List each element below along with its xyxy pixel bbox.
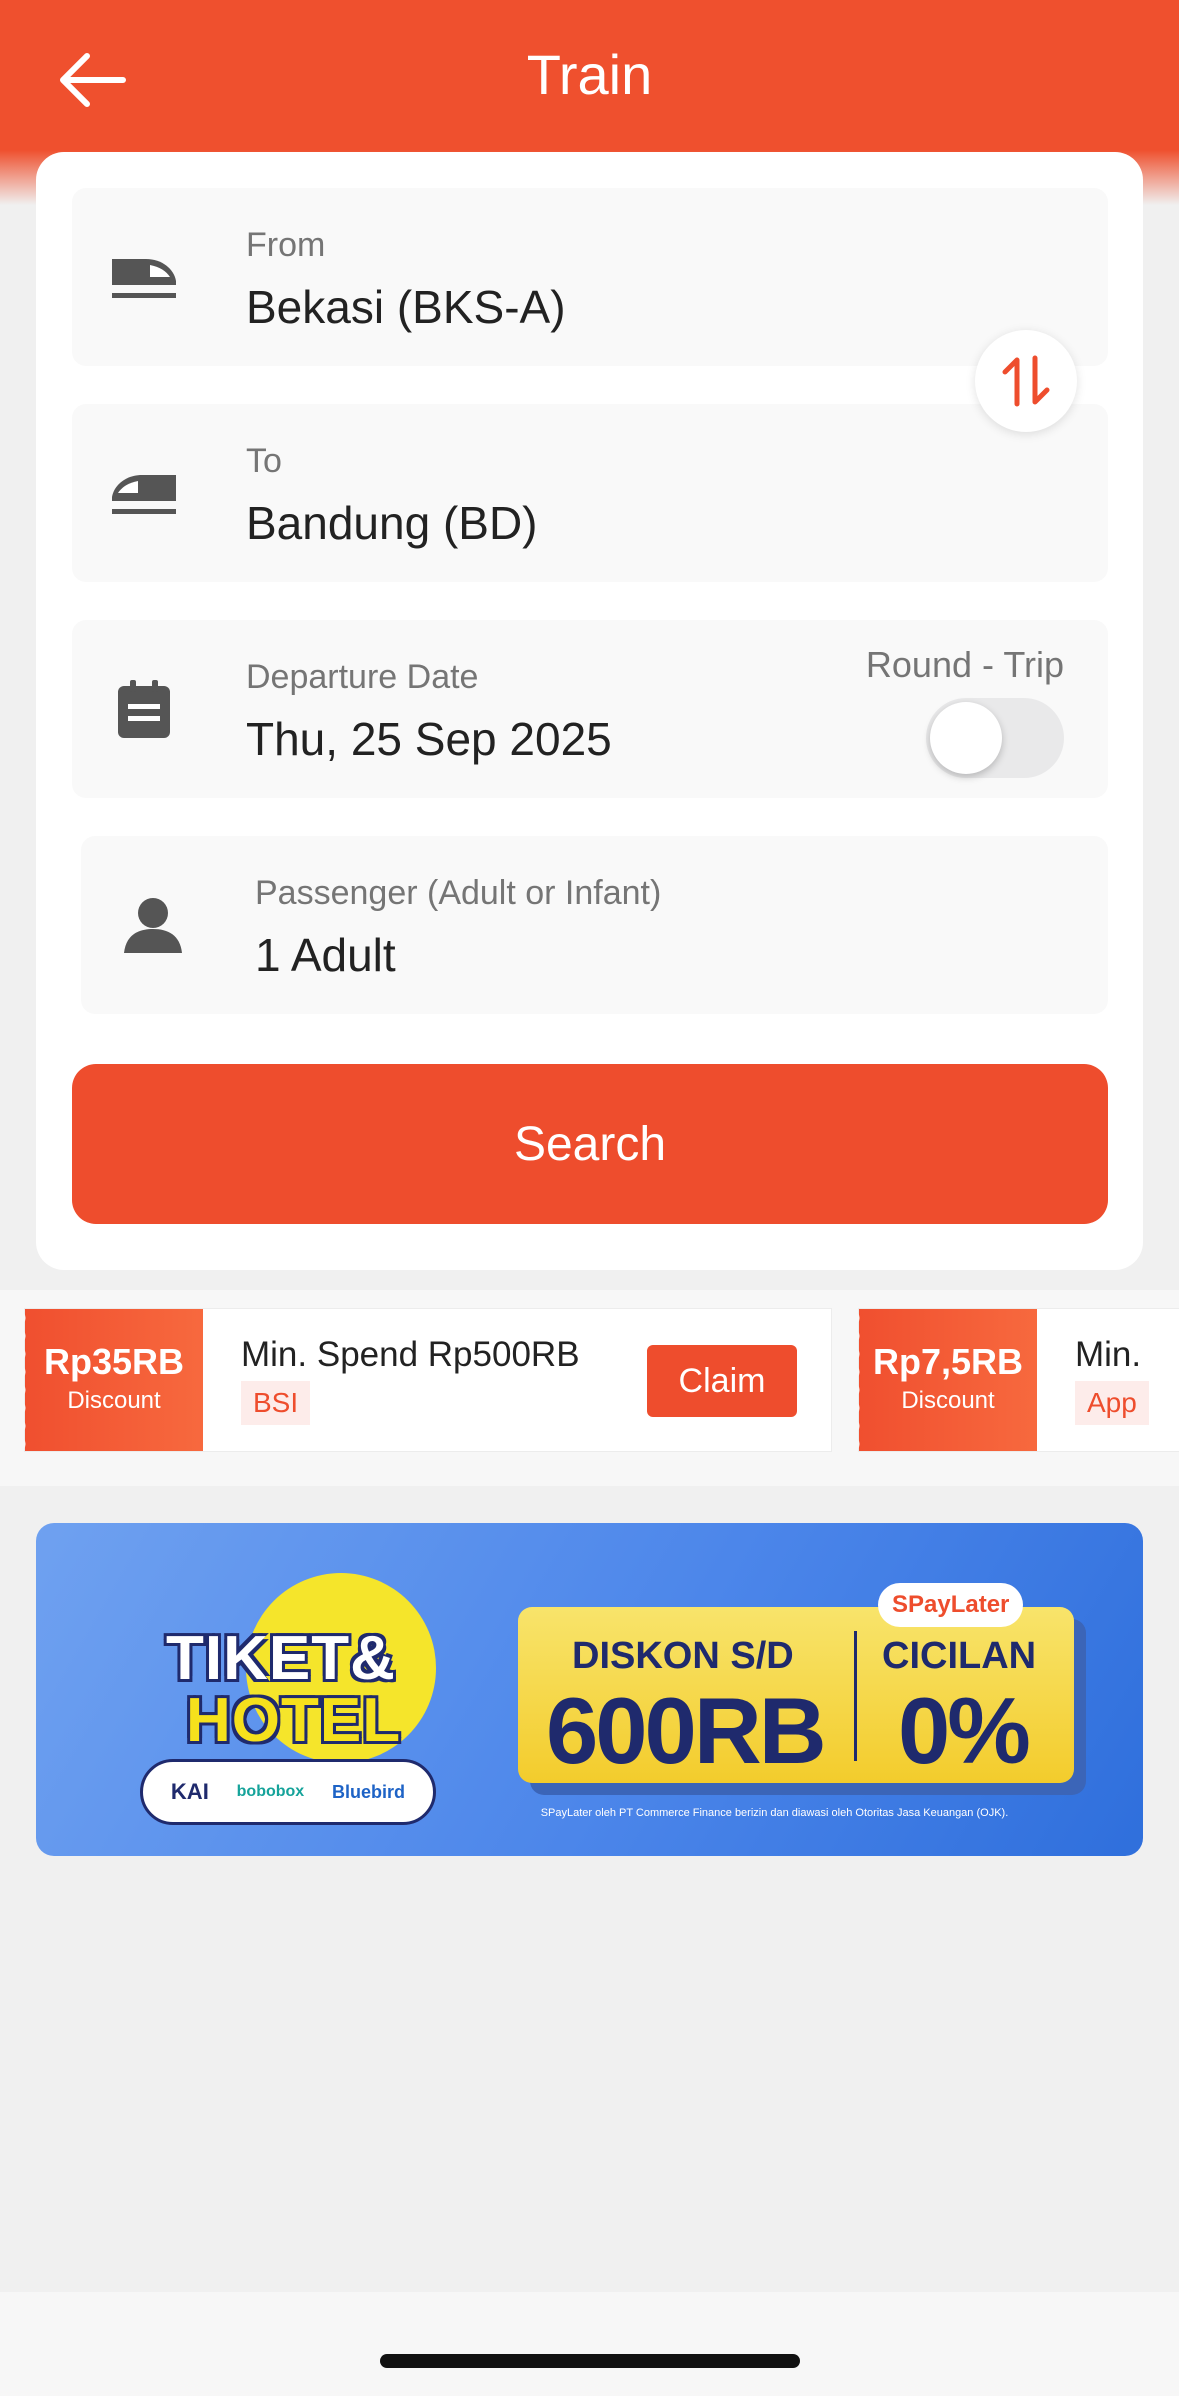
to-label: To (246, 442, 282, 480)
home-indicator-area (0, 2292, 1179, 2396)
bluebird-logo: Bluebird (332, 1781, 406, 1802)
promo-divider (854, 1631, 857, 1761)
voucher-amount: Rp7,5RB (872, 1341, 1024, 1382)
claim-button[interactable]: Claim (647, 1345, 797, 1417)
home-indicator[interactable] (380, 2354, 800, 2368)
banner-disclaimer: SPayLater oleh PT Commerce Finance beriz… (540, 1807, 1009, 1819)
to-station-field[interactable]: To Bandung (BD) (72, 404, 1108, 582)
passenger-value: 1 Adult (255, 929, 396, 981)
voucher-type: Discount (67, 1387, 161, 1414)
person-icon (119, 891, 187, 959)
promo-discount-value: 600RB (546, 1678, 827, 1783)
departure-date-field[interactable]: Departure Date Thu, 25 Sep 2025 Round - … (72, 620, 1108, 798)
train-icon (110, 459, 178, 527)
spaylater-badge: SPayLater (878, 1583, 1024, 1627)
departure-date-label: Departure Date (246, 658, 479, 696)
round-trip-label: Round - Trip (865, 644, 1064, 685)
voucher-description: Min. Spend Rp500RB (241, 1335, 580, 1374)
bobobox-logo: bobobox (236, 1783, 305, 1800)
voucher-tag: BSI (241, 1381, 311, 1425)
voucher-tag: App (1075, 1381, 1149, 1425)
round-trip-toggle[interactable] (926, 698, 1064, 778)
voucher-card[interactable]: Rp7,5RB Discount Min. App (853, 1308, 1179, 1452)
search-form-card: From Bekasi (BKS-A) To Bandung (BD) Depa… (36, 152, 1143, 1270)
search-button[interactable]: Search (72, 1064, 1108, 1224)
passenger-field[interactable]: Passenger (Adult or Infant) 1 Adult (81, 836, 1108, 1014)
page-title: Train (526, 43, 653, 106)
voucher-badge: Rp35RB Discount (19, 1309, 203, 1451)
promo-banner[interactable]: TIKET& HOTEL KAI bobobox Bluebird DISKON… (36, 1523, 1143, 1856)
voucher-amount: Rp35RB (43, 1341, 185, 1382)
voucher-description: Min. (1075, 1335, 1142, 1374)
voucher-badge: Rp7,5RB Discount (853, 1309, 1037, 1451)
swap-vertical-icon (1002, 355, 1050, 407)
promo-installment-value: 0% (898, 1678, 1031, 1783)
banner-headline: TIKET& (166, 1624, 396, 1693)
toggle-knob (930, 702, 1002, 774)
from-station-field[interactable]: From Bekasi (BKS-A) (72, 188, 1108, 366)
train-icon (110, 243, 178, 311)
kai-logo: KAI (170, 1779, 209, 1804)
departure-date-value: Thu, 25 Sep 2025 (246, 713, 612, 765)
swap-stations-button[interactable] (975, 330, 1077, 432)
promo-offer-box: DISKON S/D 600RB CICILAN 0% (518, 1607, 1074, 1783)
promo-discount-label: DISKON S/D (572, 1635, 794, 1677)
from-label: From (246, 226, 326, 264)
voucher-card[interactable]: Rp35RB Discount Min. Spend Rp500RB BSI C… (19, 1308, 832, 1452)
banner-headline-2: HOTEL (186, 1686, 402, 1755)
voucher-type: Discount (901, 1387, 995, 1414)
from-value: Bekasi (BKS-A) (246, 281, 566, 333)
promo-installment-label: CICILAN (882, 1635, 1037, 1677)
voucher-carousel[interactable]: Rp35RB Discount Min. Spend Rp500RB BSI C… (0, 1290, 1179, 1486)
calendar-icon (110, 675, 178, 743)
passenger-label: Passenger (Adult or Infant) (255, 874, 662, 912)
to-value: Bandung (BD) (246, 497, 538, 549)
